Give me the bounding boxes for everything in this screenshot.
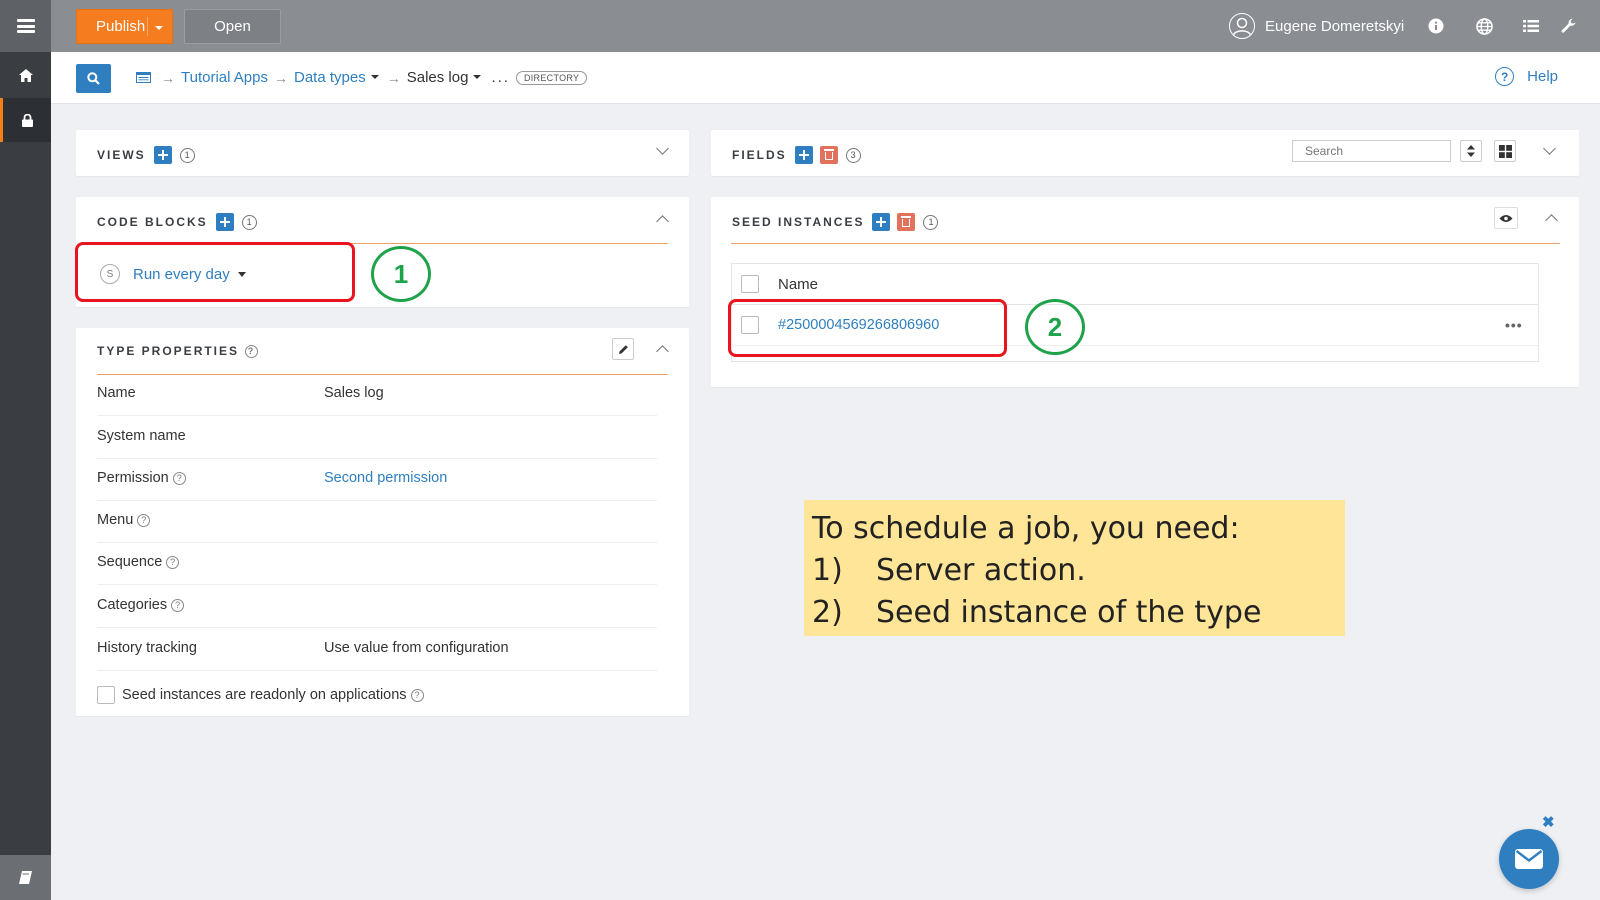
code-blocks-title: CODE BLOCKS 1 bbox=[97, 213, 257, 231]
code-blocks-count: 1 bbox=[241, 214, 257, 230]
arrow-right-icon: → bbox=[161, 69, 175, 86]
book-icon[interactable] bbox=[0, 855, 51, 900]
pencil-icon bbox=[618, 344, 628, 354]
search-button[interactable] bbox=[76, 64, 111, 93]
user-name: Eugene Domeretskyi bbox=[1265, 17, 1405, 35]
breadcrumb-sales-log: Sales log bbox=[406, 69, 469, 86]
views-count: 1 bbox=[179, 147, 195, 163]
chevron-down-icon[interactable] bbox=[473, 74, 482, 79]
step-marker-2: 2 bbox=[1025, 299, 1085, 355]
breadcrumb: → Tutorial Apps → Data types → Sales log… bbox=[136, 69, 588, 86]
help-icon[interactable]: ? bbox=[137, 513, 151, 527]
arrow-right-icon: → bbox=[274, 69, 288, 86]
select-all-checkbox[interactable] bbox=[741, 275, 759, 293]
chevron-up-icon[interactable] bbox=[1545, 214, 1558, 227]
help-icon[interactable]: ? bbox=[410, 688, 424, 702]
highlight-box-seed-instance bbox=[728, 299, 1007, 357]
chevron-down-icon[interactable] bbox=[370, 74, 379, 79]
grid-view-icon[interactable] bbox=[1494, 140, 1516, 162]
step-marker-1: 1 bbox=[371, 246, 431, 302]
breadcrumb-data-types[interactable]: Data types bbox=[294, 69, 366, 86]
app-window-icon[interactable] bbox=[136, 72, 151, 83]
chevron-up-icon[interactable] bbox=[656, 215, 669, 228]
close-icon[interactable]: ✖ bbox=[1542, 813, 1555, 831]
fields-search-input[interactable] bbox=[1292, 140, 1451, 162]
user-avatar-icon bbox=[1229, 13, 1255, 39]
publish-button[interactable]: Publish bbox=[76, 9, 173, 44]
edit-button[interactable] bbox=[612, 338, 634, 360]
user-menu[interactable]: Eugene Domeretskyi bbox=[1229, 13, 1404, 39]
chevron-down-icon[interactable] bbox=[155, 26, 163, 30]
sub-header: → Tutorial Apps → Data types → Sales log… bbox=[51, 52, 1600, 104]
more-dots[interactable]: ... bbox=[491, 69, 510, 86]
list-icon[interactable] bbox=[1521, 16, 1541, 36]
fields-count: 3 bbox=[845, 147, 861, 163]
add-view-icon[interactable] bbox=[153, 146, 172, 164]
add-field-icon[interactable] bbox=[794, 146, 813, 164]
trash-icon[interactable] bbox=[819, 146, 838, 164]
property-row: History tracking Use value from configur… bbox=[97, 629, 657, 671]
trash-icon[interactable] bbox=[897, 213, 916, 231]
help-icon: ? bbox=[1495, 67, 1515, 86]
hamburger-icon[interactable] bbox=[0, 0, 51, 52]
help-icon[interactable]: ? bbox=[172, 471, 186, 485]
help-icon[interactable]: ? bbox=[245, 344, 259, 358]
search-icon bbox=[87, 72, 100, 85]
add-seed-instance-icon[interactable] bbox=[872, 213, 891, 231]
help-label: Help bbox=[1527, 68, 1558, 85]
annotation-note: To schedule a job, you need: 1) Server ac… bbox=[804, 500, 1345, 636]
readonly-checkbox-row: Seed instances are readonly on applicati… bbox=[97, 686, 424, 704]
add-code-block-icon[interactable] bbox=[215, 213, 234, 231]
column-header-name[interactable]: Name bbox=[778, 276, 818, 293]
envelope-icon bbox=[1515, 849, 1543, 869]
views-panel: VIEWS 1 bbox=[76, 130, 689, 176]
fields-title: FIELDS 3 bbox=[732, 146, 861, 164]
type-properties-title: TYPE PROPERTIES ? bbox=[97, 344, 259, 358]
views-title: VIEWS 1 bbox=[97, 146, 195, 164]
seed-instances-panel: SEED INSTANCES 1 Name #25000045692668069… bbox=[711, 197, 1579, 387]
info-icon[interactable] bbox=[1426, 16, 1446, 36]
highlight-box-code-block bbox=[75, 242, 355, 302]
note-item-1: 1) Server action. bbox=[812, 553, 1086, 588]
eye-icon[interactable] bbox=[1494, 207, 1518, 229]
left-rail bbox=[0, 0, 51, 900]
home-icon[interactable] bbox=[0, 53, 51, 97]
chevron-down-icon[interactable] bbox=[1543, 142, 1556, 155]
permission-link[interactable]: Second permission bbox=[324, 470, 447, 486]
open-button[interactable]: Open bbox=[184, 9, 281, 44]
more-options-icon[interactable]: ••• bbox=[1505, 317, 1523, 333]
wrench-icon[interactable] bbox=[1559, 16, 1579, 36]
help-link[interactable]: ? Help bbox=[1495, 67, 1558, 86]
readonly-checkbox-label: Seed instances are readonly on applicati… bbox=[122, 687, 407, 703]
property-row: Name Sales log bbox=[97, 374, 657, 416]
help-icon[interactable]: ? bbox=[166, 555, 180, 569]
sort-icon[interactable] bbox=[1460, 140, 1482, 162]
property-row: Permission? Second permission bbox=[97, 459, 657, 501]
readonly-checkbox[interactable] bbox=[97, 686, 115, 704]
chevron-up-icon[interactable] bbox=[656, 345, 669, 358]
property-row: System name bbox=[97, 417, 657, 459]
lock-icon[interactable] bbox=[0, 98, 51, 142]
globe-icon[interactable] bbox=[1474, 16, 1494, 36]
top-bar: Publish Open Eugene Domeretskyi bbox=[51, 0, 1600, 52]
type-properties-panel: TYPE PROPERTIES ? Name Sales log System … bbox=[76, 328, 689, 716]
property-row: Categories? bbox=[97, 586, 657, 628]
note-item-2: 2) Seed instance of the type bbox=[812, 595, 1262, 630]
chat-button[interactable] bbox=[1499, 829, 1559, 889]
chevron-down-icon[interactable] bbox=[656, 142, 669, 155]
seed-instances-count: 1 bbox=[923, 214, 939, 230]
property-row: Menu? bbox=[97, 501, 657, 543]
fields-panel: FIELDS 3 bbox=[711, 130, 1579, 176]
note-heading: To schedule a job, you need: bbox=[812, 511, 1240, 546]
directory-badge: DIRECTORY bbox=[515, 70, 588, 85]
arrow-right-icon: → bbox=[386, 69, 401, 86]
breadcrumb-tutorial-apps[interactable]: Tutorial Apps bbox=[181, 69, 268, 86]
help-icon[interactable]: ? bbox=[171, 598, 185, 612]
seed-instances-title: SEED INSTANCES 1 bbox=[732, 213, 939, 231]
property-row: Sequence? bbox=[97, 543, 657, 585]
publish-label: Publish bbox=[96, 18, 146, 35]
